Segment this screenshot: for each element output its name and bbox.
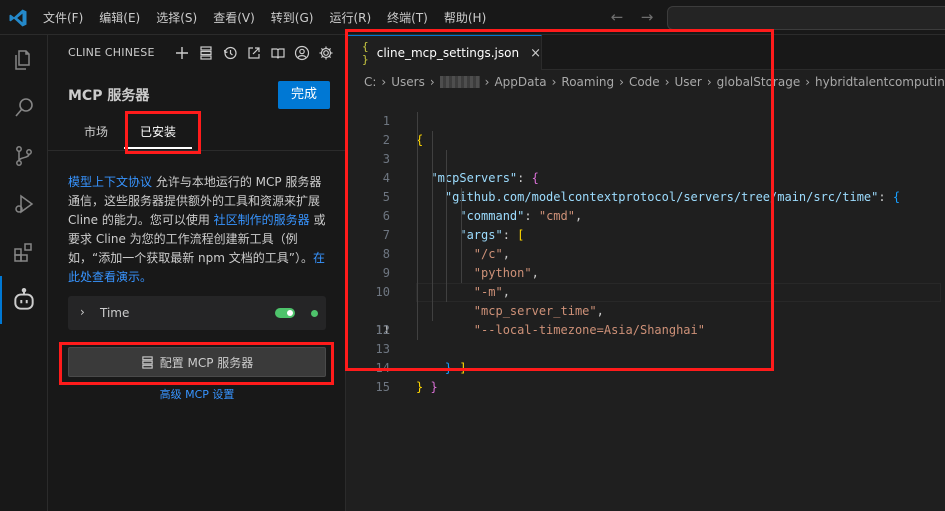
- back-arrow-icon[interactable]: ←: [608, 8, 626, 26]
- server-status-dot: [311, 310, 318, 317]
- book-icon[interactable]: [268, 43, 288, 63]
- highlight-installed-tab: [125, 111, 201, 154]
- community-servers-link[interactable]: 社区制作的服务器: [214, 213, 310, 227]
- history-icon[interactable]: [220, 43, 240, 63]
- mcp-servers-icon[interactable]: [196, 43, 216, 63]
- mcp-servers-heading: MCP 服务器: [68, 88, 150, 104]
- server-name: Time: [100, 306, 130, 320]
- mcp-description: 模型上下文协议 允许与本地运行的 MCP 服务器通信，这些服务器提供额外的工具和…: [68, 173, 326, 287]
- run-debug-icon[interactable]: [0, 180, 48, 228]
- menu-terminal[interactable]: 终端(T): [379, 6, 436, 30]
- plus-icon[interactable]: [172, 43, 192, 63]
- menu-edit[interactable]: 编辑(E): [91, 6, 148, 30]
- panel-title: CLINE CHINESE: [68, 46, 155, 59]
- done-button[interactable]: 完成: [278, 81, 330, 109]
- cline-robot-icon[interactable]: [0, 276, 48, 324]
- cline-side-panel: CLINE CHINESE MCP 服务器 完成 市场 已安装 模型上下文协议 …: [48, 35, 346, 511]
- highlight-settings-editor: [345, 29, 774, 371]
- server-item-time[interactable]: › Time: [68, 296, 326, 330]
- vscode-logo-icon: [9, 9, 27, 27]
- menu-file[interactable]: 文件(F): [35, 6, 91, 30]
- mcp-protocol-link[interactable]: 模型上下文协议: [68, 175, 152, 189]
- panel-actions: [172, 43, 336, 63]
- tab-marketplace[interactable]: 市场: [68, 118, 124, 149]
- explorer-icon[interactable]: [0, 36, 48, 84]
- server-enable-toggle[interactable]: [275, 308, 295, 318]
- panel-header: CLINE CHINESE: [48, 35, 346, 70]
- open-in-editor-icon[interactable]: [244, 43, 264, 63]
- extensions-icon[interactable]: [0, 228, 48, 276]
- menu-help[interactable]: 帮助(H): [436, 6, 494, 30]
- command-center-search[interactable]: [667, 6, 945, 30]
- source-control-icon[interactable]: [0, 132, 48, 180]
- menu-run[interactable]: 运行(R): [321, 6, 379, 30]
- chevron-right-icon[interactable]: ›: [80, 305, 85, 319]
- menu-selection[interactable]: 选择(S): [148, 6, 205, 30]
- forward-arrow-icon[interactable]: →: [638, 8, 656, 26]
- settings-gear-icon[interactable]: [316, 43, 336, 63]
- search-icon[interactable]: [0, 84, 48, 132]
- account-icon[interactable]: [292, 43, 312, 63]
- crumb-extension[interactable]: hybridtalentcomputing.: [815, 75, 945, 89]
- menu-go[interactable]: 转到(G): [263, 6, 322, 30]
- navigation-arrows: ← →: [608, 8, 656, 26]
- advanced-mcp-settings-link[interactable]: 高级 MCP 设置: [48, 386, 346, 402]
- activity-bar: [0, 35, 48, 511]
- highlight-configure-button: [59, 342, 334, 385]
- menu-view[interactable]: 查看(V): [205, 6, 263, 30]
